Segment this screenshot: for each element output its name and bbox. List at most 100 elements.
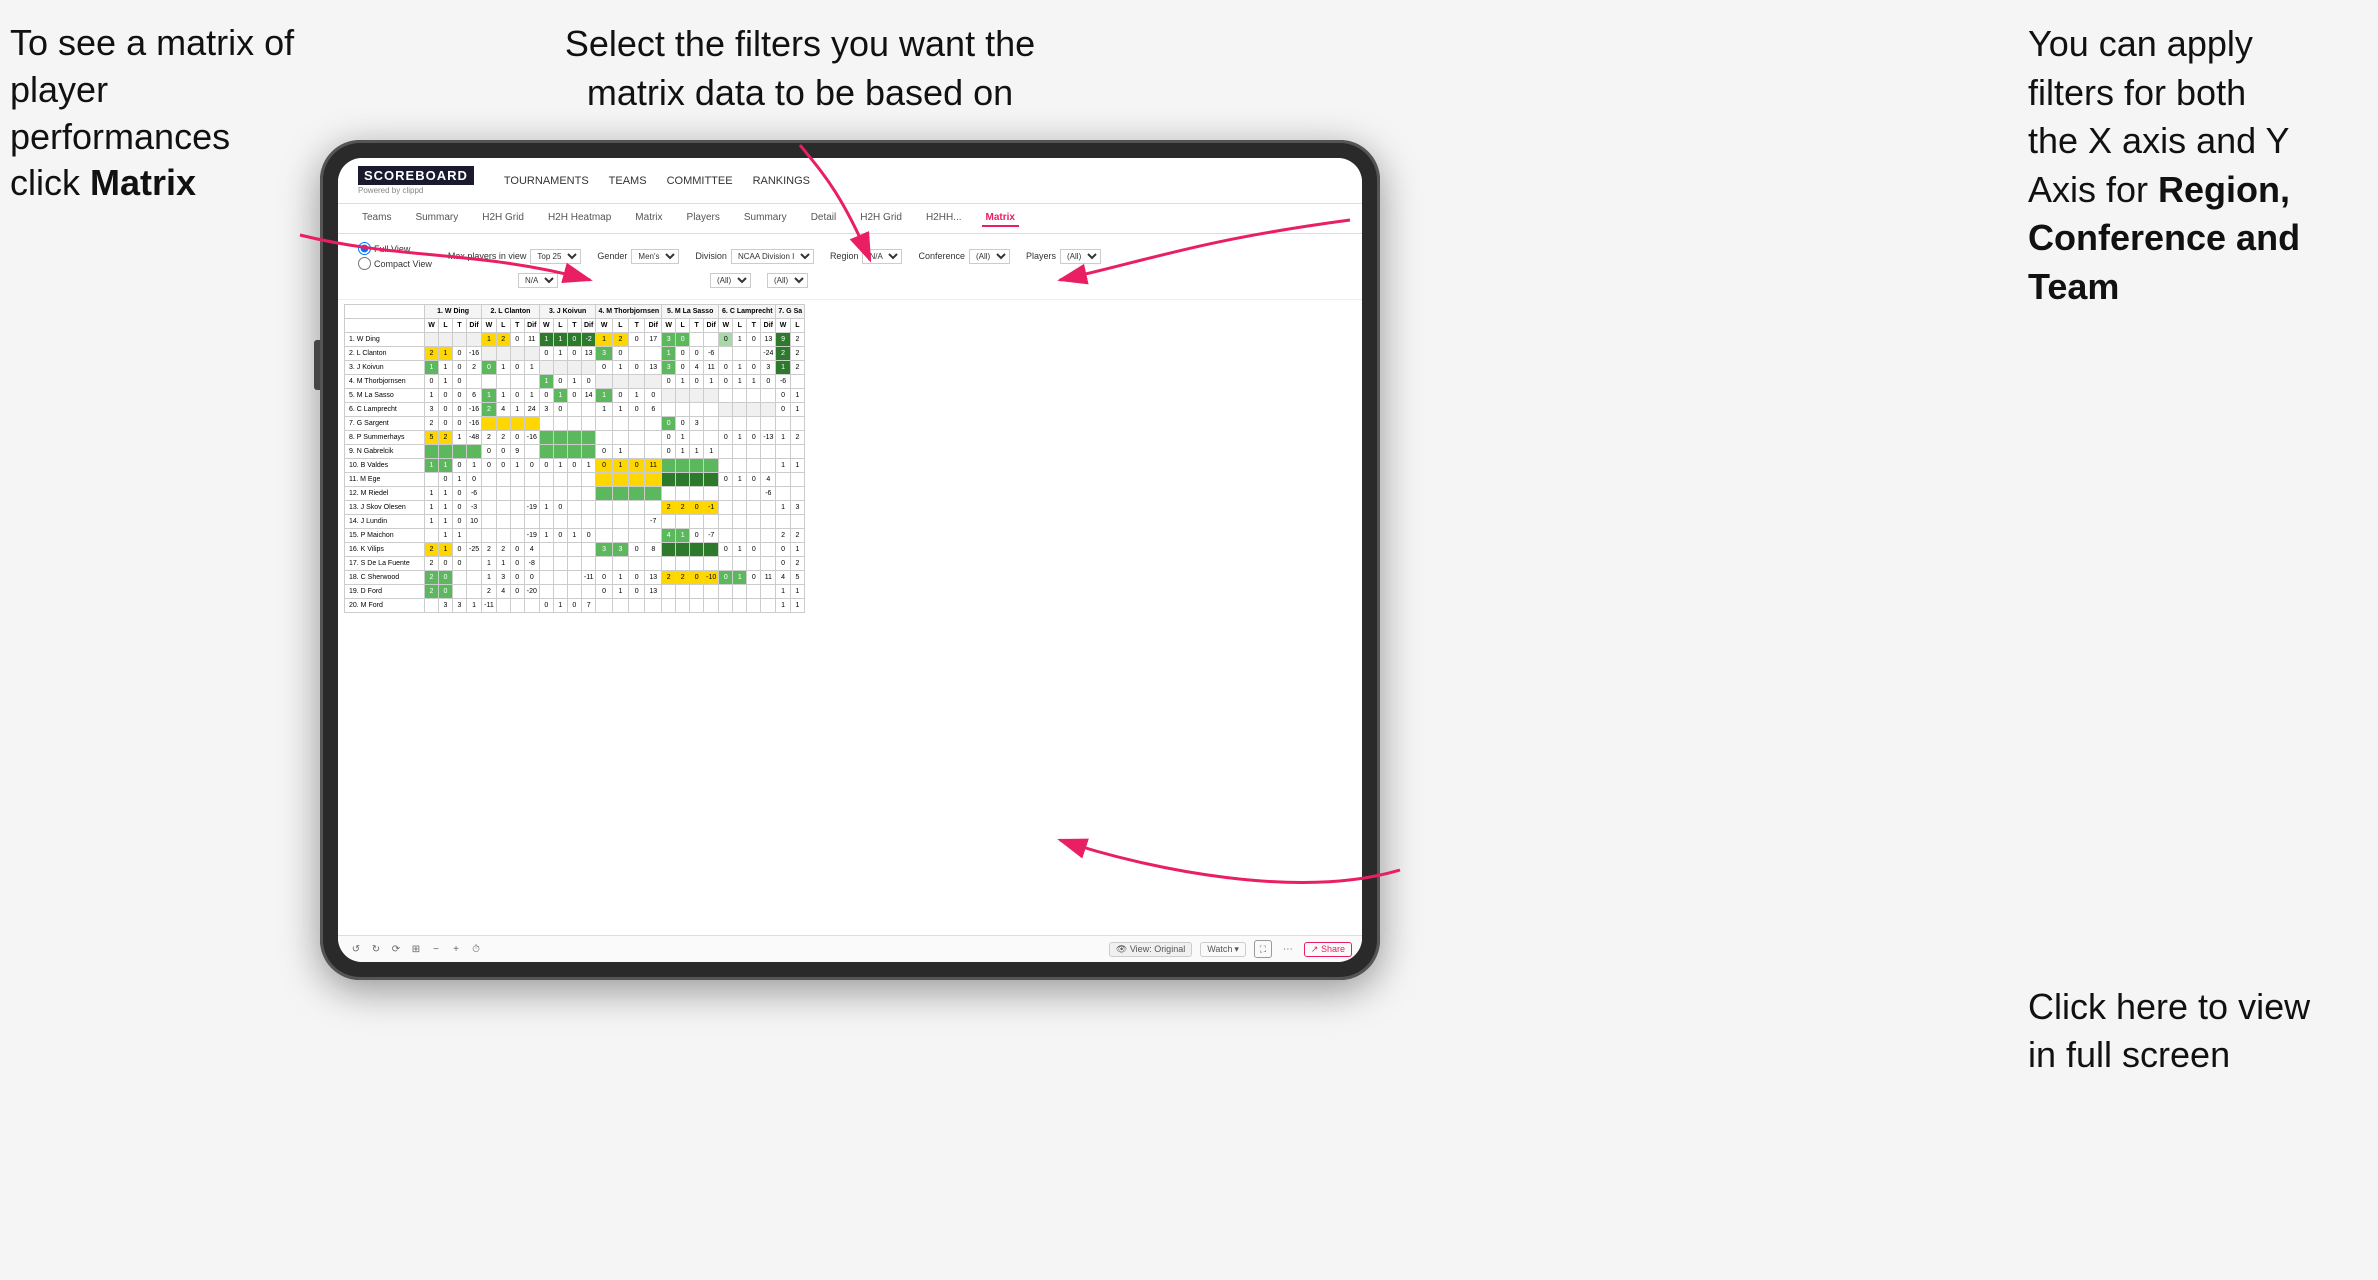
tablet-screen: SCOREBOARD Powered by clippd TOURNAMENTS… bbox=[338, 158, 1362, 962]
nav-rankings[interactable]: RANKINGS bbox=[753, 173, 810, 189]
table-row: 12. M Riedel 110-6 -6 bbox=[345, 487, 805, 501]
fullscreen-button[interactable]: ⛶ bbox=[1254, 940, 1272, 958]
gender-label: Gender bbox=[597, 251, 627, 261]
subnav-summary2[interactable]: Summary bbox=[740, 210, 791, 227]
division-group: Division NCAA Division I bbox=[695, 249, 814, 264]
gender-select[interactable]: Men's bbox=[631, 249, 679, 264]
share-icon: ↗ bbox=[1311, 944, 1319, 954]
clock-icon[interactable]: ⏱ bbox=[468, 941, 484, 957]
sh-l4: L bbox=[612, 319, 628, 333]
division-select[interactable]: NCAA Division I bbox=[731, 249, 814, 264]
redo-icon[interactable]: ↻ bbox=[368, 941, 384, 957]
ann-topcenter-text: Select the filters you want thematrix da… bbox=[565, 23, 1035, 113]
full-view-label: Full View bbox=[374, 244, 410, 254]
sh-t1: T bbox=[453, 319, 467, 333]
view-radio-group: Full View Compact View bbox=[358, 242, 432, 270]
conference-select-2[interactable]: (All) bbox=[710, 273, 751, 288]
annotation-topcenter: Select the filters you want thematrix da… bbox=[560, 20, 1040, 117]
bottom-bar: ↺ ↻ ⟳ ⊞ − + ⏱ 👁 View: Original Watch ▾ bbox=[338, 935, 1362, 962]
table-row: 1. W Ding 12011 110-2 12017 30 01013 92 bbox=[345, 333, 805, 347]
table-row: 11. M Ege 010 0104 bbox=[345, 473, 805, 487]
table-row: 6. C Lamprecht 300-16 24124 30 1106 01 bbox=[345, 403, 805, 417]
sh-l3: L bbox=[553, 319, 567, 333]
gender-group: Gender Men's bbox=[597, 249, 679, 264]
region-group: Region N/A bbox=[830, 249, 903, 264]
matrix-table: 1. W Ding 2. L Clanton 3. J Koivun 4. M … bbox=[344, 304, 805, 613]
table-row: 13. J Skov Olesen 110-3 -19 10 220-1 13 bbox=[345, 501, 805, 515]
division-label: Division bbox=[695, 251, 727, 261]
subnav-h2h-heatmap[interactable]: H2H Heatmap bbox=[544, 210, 615, 227]
max-players-select[interactable]: Top 25 bbox=[530, 249, 581, 264]
players-group-2: (All) bbox=[767, 273, 808, 288]
sh-w4: W bbox=[596, 319, 612, 333]
view-original-button[interactable]: 👁 View: Original bbox=[1109, 942, 1192, 957]
table-row: 20. M Ford 331 -11 0107 11 bbox=[345, 599, 805, 613]
table-row: 9. N Gabrelcik 009 01 0111 bbox=[345, 445, 805, 459]
col-header-7: 7. G Sa bbox=[776, 305, 805, 319]
compact-view-radio[interactable] bbox=[358, 257, 371, 270]
subnav-h2h-grid2[interactable]: H2H Grid bbox=[856, 210, 906, 227]
watch-label: Watch bbox=[1207, 944, 1232, 954]
watch-chevron-icon: ▾ bbox=[1234, 944, 1239, 955]
table-row: 16. K Vilips 210-25 2204 3308 010 01 bbox=[345, 543, 805, 557]
sh-w5: W bbox=[662, 319, 676, 333]
sh-w1: W bbox=[425, 319, 439, 333]
annotation-topright: You can applyfilters for boththe X axis … bbox=[2028, 20, 2348, 312]
subnav-h2h-grid[interactable]: H2H Grid bbox=[478, 210, 528, 227]
plus-icon[interactable]: + bbox=[448, 941, 464, 957]
region-label: Region bbox=[830, 251, 859, 261]
sh-w3: W bbox=[539, 319, 553, 333]
sh-dif1: Dif bbox=[467, 319, 482, 333]
share-button[interactable]: ↗ Share bbox=[1304, 942, 1352, 957]
col-header-empty bbox=[345, 305, 425, 319]
subnav-summary[interactable]: Summary bbox=[411, 210, 462, 227]
refresh-icon[interactable]: ⟳ bbox=[388, 941, 404, 957]
full-view-radio[interactable] bbox=[358, 242, 371, 255]
view-label: View: Original bbox=[1130, 944, 1185, 954]
compact-view-label: Compact View bbox=[374, 259, 432, 269]
subnav-detail[interactable]: Detail bbox=[807, 210, 841, 227]
sh-t2: T bbox=[510, 319, 524, 333]
minus-icon[interactable]: − bbox=[428, 941, 444, 957]
compact-view-option[interactable]: Compact View bbox=[358, 257, 432, 270]
conference-label: Conference bbox=[918, 251, 965, 261]
watch-button[interactable]: Watch ▾ bbox=[1200, 942, 1246, 957]
sh-t4: T bbox=[629, 319, 645, 333]
nav-teams[interactable]: TEAMS bbox=[609, 173, 647, 189]
region-select-1[interactable]: N/A bbox=[862, 249, 902, 264]
table-row: 4. M Thorbjornsen 010 1010 0101 0110 -6 bbox=[345, 375, 805, 389]
full-view-option[interactable]: Full View bbox=[358, 242, 432, 255]
nav-tournaments[interactable]: TOURNAMENTS bbox=[504, 173, 589, 189]
sh-t6: T bbox=[747, 319, 761, 333]
sh-l2: L bbox=[496, 319, 510, 333]
subnav-players[interactable]: Players bbox=[683, 210, 724, 227]
conference-group: Conference (All) bbox=[918, 249, 1010, 264]
undo-icon[interactable]: ↺ bbox=[348, 941, 364, 957]
subnav-h2hh[interactable]: H2HH... bbox=[922, 210, 966, 227]
view-icon: 👁 bbox=[1116, 944, 1127, 954]
table-row: 7. G Sargent 200-16 003 bbox=[345, 417, 805, 431]
ann-topright-text: You can applyfilters for boththe X axis … bbox=[2028, 23, 2300, 307]
subnav-teams[interactable]: Teams bbox=[358, 210, 395, 227]
conference-select-1[interactable]: (All) bbox=[969, 249, 1010, 264]
more-options-icon[interactable]: ⋯ bbox=[1280, 941, 1296, 957]
col-header-1: 1. W Ding bbox=[425, 305, 482, 319]
sh-l5: L bbox=[676, 319, 690, 333]
logo-top: SCOREBOARD bbox=[358, 166, 474, 185]
subnav-matrix-left[interactable]: Matrix bbox=[631, 210, 666, 227]
col-header-6: 6. C Lamprecht bbox=[719, 305, 776, 319]
players-select-2[interactable]: (All) bbox=[767, 273, 808, 288]
table-row: 19. D Ford 20 240-20 01013 11 bbox=[345, 585, 805, 599]
table-row: 2. L Clanton 210-16 01013 30 100-6 -24 2… bbox=[345, 347, 805, 361]
players-label: Players bbox=[1026, 251, 1056, 261]
sh-w2: W bbox=[482, 319, 497, 333]
players-select-1[interactable]: (All) bbox=[1060, 249, 1101, 264]
nav-committee[interactable]: COMMITTEE bbox=[667, 173, 733, 189]
row-name-1: 1. W Ding bbox=[345, 333, 425, 347]
max-players-group: Max players in view Top 25 bbox=[448, 249, 582, 264]
sh-t5: T bbox=[690, 319, 704, 333]
grid-icon[interactable]: ⊞ bbox=[408, 941, 424, 957]
subnav-matrix-active[interactable]: Matrix bbox=[982, 210, 1019, 227]
col-header-4: 4. M Thorbjornsen bbox=[596, 305, 662, 319]
region-select-2[interactable]: N/A bbox=[518, 273, 558, 288]
